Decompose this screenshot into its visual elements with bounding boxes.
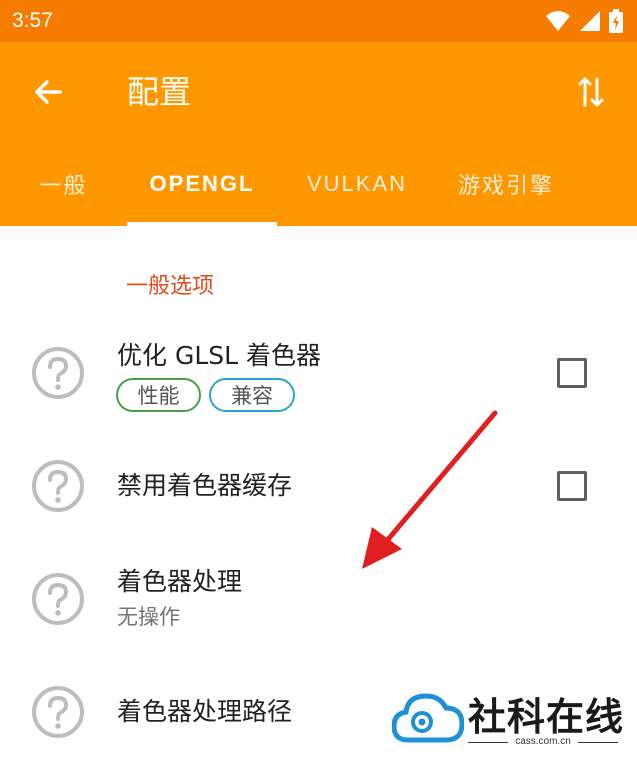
status-time: 3:57 xyxy=(12,9,53,32)
tab-indicator xyxy=(127,222,277,226)
arrow-back-icon xyxy=(35,80,62,104)
battery-icon xyxy=(609,9,623,33)
pref-disable-shader-cache[interactable]: 禁用着色器缓存 xyxy=(0,440,637,535)
help-circle-icon xyxy=(32,460,84,512)
status-bar: 3:57 xyxy=(0,0,637,42)
wifi-icon xyxy=(546,11,570,31)
pref-title: 着色器处理路径 xyxy=(117,697,293,726)
watermark-line-right xyxy=(578,742,618,743)
help-circle-icon xyxy=(32,573,84,625)
help-circle-icon xyxy=(32,686,84,738)
pref-title: 禁用着色器缓存 xyxy=(117,471,293,500)
tab-game-engine[interactable]: 游戏引擎 xyxy=(435,142,577,226)
optimize-glsl-checkbox[interactable] xyxy=(557,358,587,388)
watermark: 社科在线 cass.com.cn xyxy=(388,680,637,758)
swap-vertical-icon xyxy=(578,77,604,107)
status-icons xyxy=(545,9,623,33)
page-title: 配置 xyxy=(127,73,192,111)
pref-title: 着色器处理 xyxy=(117,567,243,596)
disable-shader-cache-checkbox[interactable] xyxy=(557,471,587,501)
screen: 3:57 配置 一般 OPENGL VULKAN 游戏引擎 一般选项 优化 GL… xyxy=(0,0,637,758)
annotation-arrow xyxy=(362,410,498,569)
tag-compatibility: 兼容 xyxy=(209,378,295,412)
tab-vulkan[interactable]: VULKAN xyxy=(287,142,427,226)
cloud-logo-icon xyxy=(392,693,464,743)
app-bar: 配置 xyxy=(0,42,637,142)
tab-opengl[interactable]: OPENGL xyxy=(127,142,277,226)
watermark-text: 社科在线 xyxy=(468,694,625,739)
pref-optimize-glsl[interactable]: 优化 GLSL 着色器 性能 兼容 xyxy=(0,320,637,425)
pref-title: 优化 GLSL 着色器 xyxy=(117,341,321,370)
section-header: 一般选项 xyxy=(126,274,215,299)
tab-general[interactable]: 一般 xyxy=(0,142,127,226)
tag-performance: 性能 xyxy=(116,378,201,412)
cell-signal-icon xyxy=(580,11,600,31)
pref-shader-processing[interactable]: 着色器处理 无操作 xyxy=(0,548,637,653)
sort-button[interactable] xyxy=(571,72,611,112)
pref-summary: 无操作 xyxy=(117,605,180,629)
back-button[interactable] xyxy=(28,72,68,112)
tab-bar: 一般 OPENGL VULKAN 游戏引擎 xyxy=(0,142,637,226)
help-circle-icon xyxy=(32,347,84,399)
